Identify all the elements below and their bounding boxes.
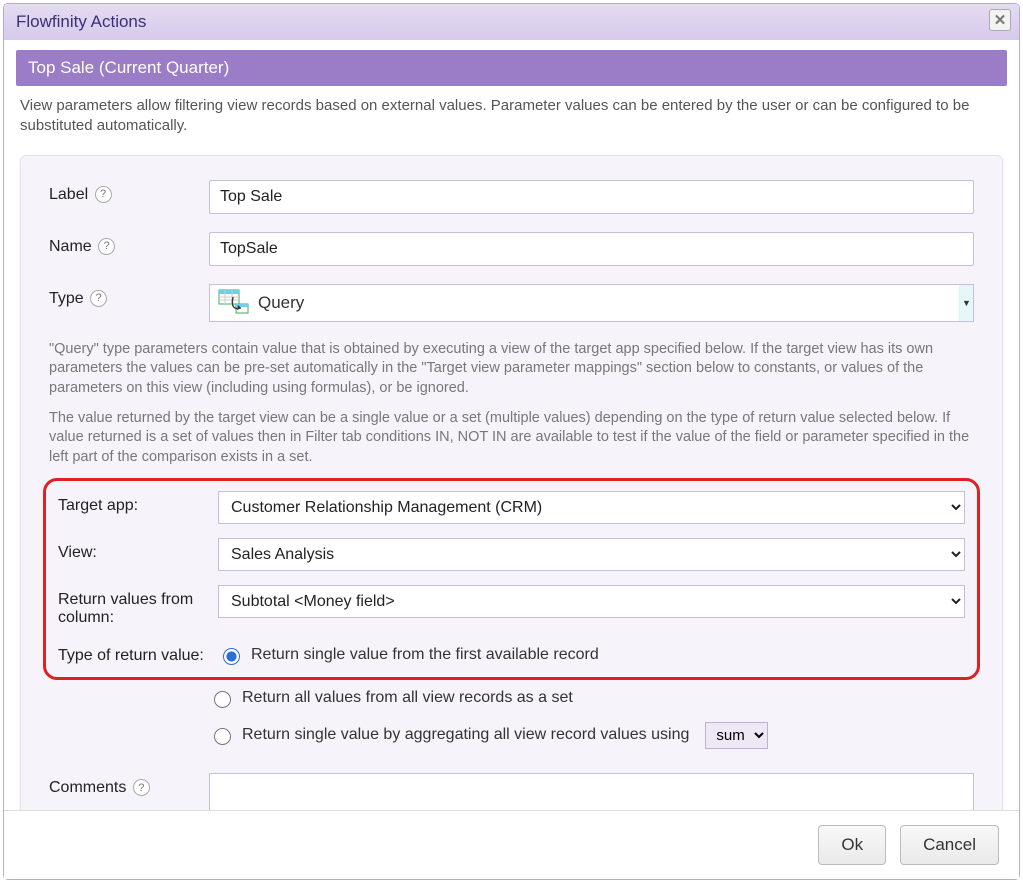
spacer bbox=[49, 684, 209, 690]
help-icon[interactable]: ? bbox=[90, 290, 107, 307]
help-icon[interactable]: ? bbox=[98, 238, 115, 255]
target-app-select[interactable]: Customer Relationship Management (CRM) bbox=[218, 491, 965, 524]
intro-text: View parameters allow filtering view rec… bbox=[20, 96, 1003, 137]
return-all-set-radio[interactable] bbox=[214, 691, 231, 708]
section-header: Top Sale (Current Quarter) bbox=[16, 50, 1007, 86]
return-aggregate-radio[interactable] bbox=[214, 728, 231, 745]
row-target-app: Target app: Customer Relationship Manage… bbox=[58, 491, 965, 524]
dropdown-arrow-icon: ▼ bbox=[959, 285, 973, 321]
return-column-select[interactable]: Subtotal <Money field> bbox=[218, 585, 965, 618]
type-value: Query bbox=[258, 293, 959, 313]
return-single-first-option[interactable]: Return single value from the first avail… bbox=[218, 641, 965, 669]
view-select[interactable]: Sales Analysis bbox=[218, 538, 965, 571]
row-return-all: Return all values from all view records … bbox=[49, 684, 974, 712]
type-select[interactable]: Query ▼ bbox=[209, 284, 974, 322]
cancel-button[interactable]: Cancel bbox=[900, 825, 999, 865]
dialog-window: Flowfinity Actions ✕ Top Sale (Current Q… bbox=[3, 3, 1020, 880]
row-comments: Comments ? bbox=[49, 773, 974, 810]
label-label-text: Label bbox=[49, 186, 88, 203]
dialog-footer: Ok Cancel bbox=[4, 810, 1019, 879]
section-title: Top Sale (Current Quarter) bbox=[28, 58, 229, 77]
window-titlebar: Flowfinity Actions ✕ bbox=[4, 4, 1019, 40]
aggregate-function-select[interactable]: sum bbox=[705, 722, 768, 749]
return-column-label: Return values from column: bbox=[58, 585, 218, 627]
help-paragraph-2: The value returned by the target view ca… bbox=[49, 409, 974, 468]
return-single-first-radio[interactable] bbox=[223, 648, 240, 665]
query-icon bbox=[218, 289, 250, 317]
row-return-type-first: Type of return value: Return single valu… bbox=[58, 641, 965, 669]
label-input[interactable] bbox=[209, 180, 974, 214]
type-label: Type ? bbox=[49, 284, 209, 308]
help-icon[interactable]: ? bbox=[133, 779, 150, 796]
return-single-first-text: Return single value from the first avail… bbox=[251, 646, 599, 664]
ok-button[interactable]: Ok bbox=[818, 825, 886, 865]
name-label: Name ? bbox=[49, 232, 209, 256]
row-name: Name ? bbox=[49, 232, 974, 266]
highlight-box: Target app: Customer Relationship Manage… bbox=[43, 478, 980, 680]
type-label-text: Type bbox=[49, 290, 84, 307]
row-return-aggregate: Return single value by aggregating all v… bbox=[49, 718, 974, 753]
return-type-label: Type of return value: bbox=[58, 641, 218, 665]
help-icon[interactable]: ? bbox=[95, 186, 112, 203]
row-type: Type ? bbox=[49, 284, 974, 322]
window-title: Flowfinity Actions bbox=[16, 12, 146, 31]
return-aggregate-text: Return single value by aggregating all v… bbox=[242, 726, 689, 744]
form-card: Label ? Name ? Type bbox=[20, 155, 1003, 811]
row-return-column: Return values from column: Subtotal <Mon… bbox=[58, 585, 965, 627]
return-aggregate-option[interactable]: Return single value by aggregating all v… bbox=[209, 718, 974, 753]
return-all-set-text: Return all values from all view records … bbox=[242, 689, 573, 707]
comments-textarea[interactable] bbox=[209, 773, 974, 810]
row-label: Label ? bbox=[49, 180, 974, 214]
label-label: Label ? bbox=[49, 180, 209, 204]
comments-label: Comments ? bbox=[49, 773, 209, 797]
comments-label-text: Comments bbox=[49, 779, 126, 796]
scroll-area[interactable]: Top Sale (Current Quarter) View paramete… bbox=[4, 40, 1019, 810]
name-input[interactable] bbox=[209, 232, 974, 266]
spacer bbox=[49, 718, 209, 724]
return-all-set-option[interactable]: Return all values from all view records … bbox=[209, 684, 974, 712]
help-paragraph-1: "Query" type parameters contain value th… bbox=[49, 340, 974, 399]
view-label: View: bbox=[58, 538, 218, 562]
row-view: View: Sales Analysis bbox=[58, 538, 965, 571]
close-button[interactable]: ✕ bbox=[989, 9, 1011, 31]
close-icon: ✕ bbox=[994, 11, 1007, 29]
name-label-text: Name bbox=[49, 238, 92, 255]
target-app-label: Target app: bbox=[58, 491, 218, 515]
